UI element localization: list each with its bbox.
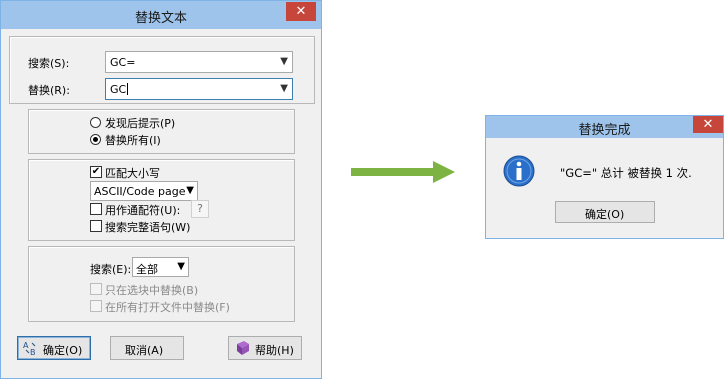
scope-label: 搜索(E): <box>90 263 132 276</box>
result-title: 替换完成 <box>578 123 631 138</box>
svg-text:B: B <box>30 348 36 356</box>
result-message: "GC=" 总计 被替换 1 次. <box>560 166 692 180</box>
ok-button[interactable]: A B 确定(O) <box>17 336 91 360</box>
whole-words-checkbox[interactable] <box>90 220 102 232</box>
replace-ok-icon: A B <box>23 341 36 356</box>
replace-combo[interactable]: GC ▼ <box>105 78 293 100</box>
chevron-down-icon[interactable]: ▼ <box>177 261 185 272</box>
search-value: GC= <box>110 56 136 69</box>
cancel-button[interactable]: 取消(A) <box>110 336 184 360</box>
right-arrow-icon <box>351 161 455 183</box>
scope-select[interactable]: 全部 ▼ <box>132 257 189 277</box>
whole-words-label[interactable]: 搜索完整语句(W) <box>105 219 190 235</box>
close-button[interactable]: ✕ <box>286 2 316 21</box>
match-case-label[interactable]: 匹配大小写 <box>105 165 160 181</box>
prompt-on-find-label[interactable]: 发现后提示(P) <box>105 115 175 131</box>
wildcard-help-button[interactable]: ? <box>191 200 209 218</box>
wildcards-checkbox[interactable] <box>90 203 102 215</box>
in-all-open-checkbox <box>90 300 102 312</box>
prompt-on-find-radio[interactable] <box>90 117 101 128</box>
replace-value: GC <box>110 83 127 96</box>
cancel-label: 取消(A) <box>125 344 164 357</box>
replace-all-radio[interactable] <box>90 134 101 145</box>
ok-button[interactable]: 确定(O) <box>555 201 655 223</box>
info-icon <box>503 155 535 187</box>
wildcards-label[interactable]: 用作通配符(U): <box>105 202 180 218</box>
help-book-icon <box>237 341 249 355</box>
encoding-value: ASCII/Code page <box>94 185 186 198</box>
chevron-down-icon[interactable]: ▼ <box>280 83 288 94</box>
scope-value: 全部 <box>136 263 158 276</box>
chevron-down-icon[interactable]: ▼ <box>186 185 194 196</box>
replace-text-dialog: 替换文本 ✕ 搜索(S): GC= ▼ 替换(R): GC ▼ 发现后提示(P)… <box>0 0 322 379</box>
search-combo[interactable]: GC= ▼ <box>105 51 293 73</box>
replace-complete-dialog: 替换完成 ✕ "GC=" 总计 被替换 1 次. 确定(O) <box>485 115 724 239</box>
in-all-open-label: 在所有打开文件中替换(F) <box>105 301 230 314</box>
close-button[interactable]: ✕ <box>693 116 723 133</box>
in-selection-label: 只在选块中替换(B) <box>105 284 199 297</box>
match-case-checkbox[interactable]: ✔ <box>90 166 102 178</box>
dialog-client: 搜索(S): GC= ▼ 替换(R): GC ▼ 发现后提示(P) 替换所有(I… <box>9 29 315 370</box>
title-bar[interactable]: 替换完成 ✕ <box>486 116 723 138</box>
result-client: "GC=" 总计 被替换 1 次. 确定(O) <box>486 138 723 238</box>
help-button[interactable]: 帮助(H) <box>228 336 302 360</box>
title-bar[interactable]: 替换文本 ✕ <box>1 1 321 29</box>
encoding-select[interactable]: ASCII/Code page ▼ <box>90 181 198 201</box>
ok-label: 确定(O) <box>585 208 625 221</box>
text-caret <box>127 83 129 95</box>
replace-label: 替换(R): <box>28 84 70 97</box>
dialog-title: 替换文本 <box>134 11 187 26</box>
help-label: 帮助(H) <box>255 344 294 357</box>
search-label: 搜索(S): <box>28 57 70 70</box>
ok-label: 确定(O) <box>43 344 83 357</box>
svg-text:A: A <box>23 341 29 350</box>
replace-value-wrap: GC <box>110 83 129 96</box>
replace-all-label[interactable]: 替换所有(I) <box>105 132 161 148</box>
in-selection-checkbox <box>90 283 102 295</box>
chevron-down-icon[interactable]: ▼ <box>280 56 288 67</box>
